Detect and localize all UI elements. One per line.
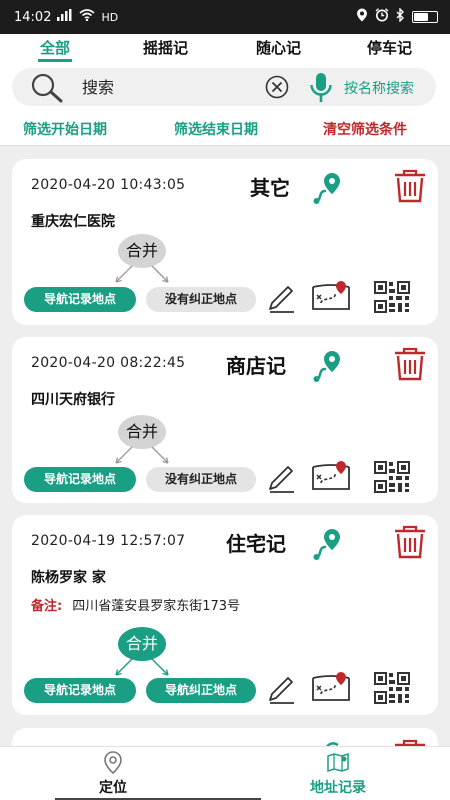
- record-category: 住宅记: [226, 532, 286, 556]
- navigate-record-location-button[interactable]: 导航记录地点: [24, 467, 136, 492]
- record-name: 重庆宏仁医院: [31, 214, 115, 230]
- map-location-icon[interactable]: [312, 171, 346, 209]
- battery-icon: [412, 11, 438, 23]
- qr-code-icon[interactable]: [374, 672, 410, 708]
- map-route-icon[interactable]: [311, 459, 351, 497]
- filter-start-date-button[interactable]: 筛选开始日期: [23, 119, 107, 139]
- map-location-icon[interactable]: [312, 349, 346, 387]
- navigate-corrected-location-button[interactable]: 导航纠正地点: [146, 678, 256, 703]
- status-time: 14:02: [14, 9, 52, 25]
- search-by-name-button[interactable]: 按名称搜索: [344, 78, 414, 98]
- edit-pencil-icon[interactable]: [266, 281, 298, 317]
- note-label: 备注:: [31, 599, 63, 614]
- map-book-icon: [327, 752, 349, 776]
- record-datetime: 2020-04-19 12:57:07: [31, 533, 186, 549]
- record-card: 2020-04-20 08:22:45 商店记 四川天府银行 合并 导航记录地点…: [12, 337, 438, 503]
- map-location-icon[interactable]: [312, 527, 346, 565]
- record-card: 2020-04-20 10:43:05 其它 重庆宏仁医院 合并 导航记录地点 …: [12, 159, 438, 325]
- search-bar: 按名称搜索: [12, 68, 436, 106]
- merge-button[interactable]: 合并: [118, 415, 166, 449]
- map-route-icon[interactable]: [311, 279, 351, 317]
- alarm-icon: [375, 8, 389, 26]
- bottom-navigation: 定位 地址记录: [0, 746, 450, 800]
- corrected-location-button[interactable]: 没有纠正地点: [146, 287, 256, 312]
- signal-icon: [57, 9, 73, 25]
- search-input[interactable]: [82, 75, 252, 99]
- edit-pencil-icon[interactable]: [266, 461, 298, 497]
- tab-shake[interactable]: 摇摇记: [143, 37, 188, 61]
- nav-address-records-label: 地址记录: [310, 780, 366, 796]
- tab-all[interactable]: 全部: [37, 37, 73, 62]
- nav-locate-label: 定位: [99, 780, 127, 796]
- record-datetime: 2020-04-20 08:22:45: [31, 355, 186, 371]
- merge-button[interactable]: 合并: [118, 627, 166, 661]
- qr-code-icon[interactable]: [374, 281, 410, 317]
- clear-search-icon[interactable]: [264, 75, 290, 103]
- filter-bar: 筛选开始日期 筛选结束日期 清空筛选条件: [0, 110, 450, 146]
- category-tabs: 全部 摇摇记 随心记 停车记: [0, 34, 450, 62]
- wifi-icon: [79, 9, 95, 25]
- navigate-record-location-button[interactable]: 导航记录地点: [24, 678, 136, 703]
- record-name: 陈杨罗家 家: [31, 570, 106, 586]
- trash-icon[interactable]: [393, 525, 427, 563]
- tab-casual[interactable]: 随心记: [256, 37, 301, 61]
- nav-locate[interactable]: 定位: [55, 747, 261, 800]
- trash-icon[interactable]: [393, 347, 427, 385]
- search-icon[interactable]: [30, 73, 64, 107]
- corrected-location-button[interactable]: 没有纠正地点: [146, 467, 256, 492]
- record-name: 四川天府银行: [31, 392, 115, 408]
- status-bar: 14:02 HD: [0, 0, 450, 34]
- tab-parking[interactable]: 停车记: [367, 37, 412, 61]
- record-card: 2020-04-19 12:57:07 住宅记 陈杨罗家 家 备注: 四川省蓬安县…: [12, 515, 438, 715]
- qr-code-icon[interactable]: [374, 461, 410, 497]
- note-text: 四川省蓬安县罗家东街173号: [72, 599, 241, 614]
- microphone-icon[interactable]: [308, 72, 334, 108]
- location-status-icon: [356, 8, 368, 26]
- location-pin-icon: [103, 751, 123, 779]
- filter-end-date-button[interactable]: 筛选结束日期: [174, 119, 258, 139]
- navigate-record-location-button[interactable]: 导航记录地点: [24, 287, 136, 312]
- network-type: HD: [101, 10, 119, 24]
- trash-icon[interactable]: [393, 169, 427, 207]
- record-category: 商店记: [226, 354, 286, 378]
- search-section: 按名称搜索: [0, 62, 450, 110]
- bluetooth-icon: [396, 7, 405, 26]
- edit-pencil-icon[interactable]: [266, 672, 298, 708]
- record-category: 其它: [250, 176, 290, 200]
- record-note: 备注: 四川省蓬安县罗家东街173号: [31, 595, 240, 614]
- clear-filters-button[interactable]: 清空筛选条件: [323, 119, 407, 139]
- record-datetime: 2020-04-20 10:43:05: [31, 177, 186, 193]
- nav-address-records[interactable]: 地址记录: [290, 747, 386, 800]
- map-route-icon[interactable]: [311, 670, 351, 708]
- merge-button[interactable]: 合并: [118, 234, 166, 268]
